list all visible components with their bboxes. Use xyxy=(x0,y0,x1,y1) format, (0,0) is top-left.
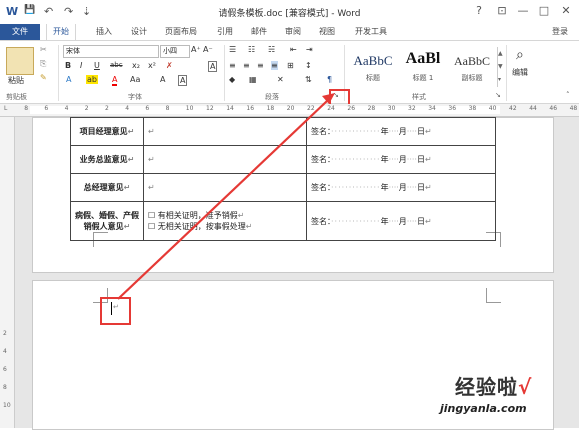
arrow-head xyxy=(322,93,335,104)
watermark-cn: 经验啦 xyxy=(455,375,518,399)
arrow-shaft xyxy=(117,100,328,300)
watermark-text: 经验啦√ xyxy=(455,371,532,400)
annotation-arrow xyxy=(117,93,335,300)
watermark-url: jingyanla.com xyxy=(440,402,527,415)
watermark-check: √ xyxy=(518,375,533,399)
